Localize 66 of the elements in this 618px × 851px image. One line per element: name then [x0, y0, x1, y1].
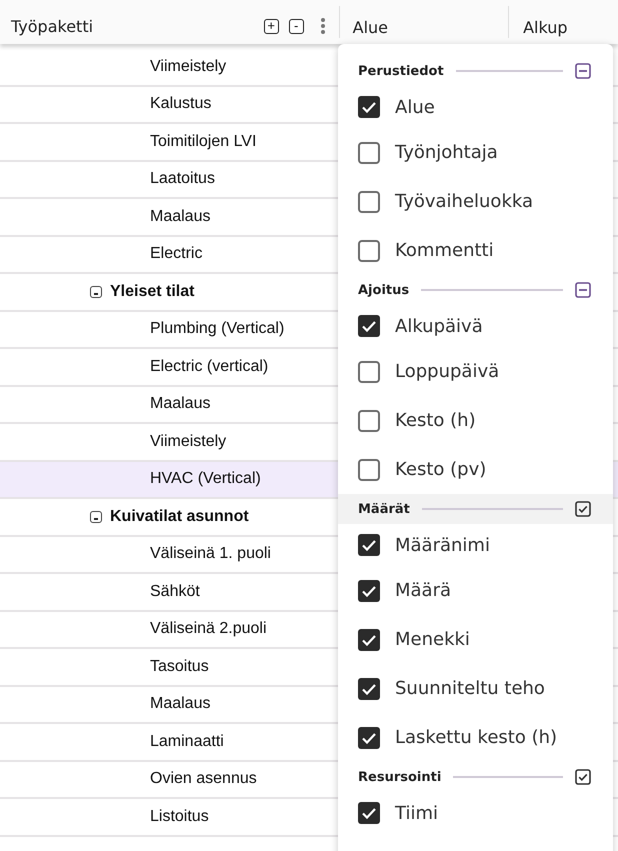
checkbox[interactable] — [358, 96, 380, 118]
checkbox[interactable] — [358, 142, 380, 164]
checkbox[interactable] — [358, 580, 380, 602]
column-option[interactable]: Alue — [395, 96, 435, 118]
partial-select-checkbox[interactable] — [575, 63, 591, 79]
checkbox[interactable] — [358, 534, 380, 556]
task-name: Maalaus — [150, 395, 210, 414]
checkbox[interactable] — [358, 315, 380, 337]
task-name: Toimitilojen LVI — [150, 132, 256, 151]
task-name: Kalustus — [150, 95, 212, 114]
section-title: Ajoitus — [358, 282, 410, 298]
column-option[interactable]: Kommentti — [395, 240, 494, 261]
task-name: Väliseinä 2.puoli — [150, 620, 267, 638]
partial-select-checkbox[interactable] — [575, 282, 591, 298]
more-options-icon[interactable] — [320, 18, 325, 34]
section-header[interactable]: Resursointi — [338, 762, 613, 792]
column-option[interactable]: Työnjohtaja — [395, 142, 498, 163]
collapse-toggle[interactable] — [90, 510, 102, 523]
checkbox[interactable] — [358, 360, 380, 382]
column-option[interactable]: Kesto (pv) — [395, 459, 486, 480]
checkbox[interactable] — [358, 240, 380, 262]
task-name: Ovien asennus — [150, 770, 257, 788]
column-option[interactable]: Alkupäivä — [395, 316, 483, 336]
checkbox[interactable] — [358, 802, 380, 824]
task-name: Electric — [150, 245, 202, 264]
task-name: Electric (vertical) — [150, 358, 268, 376]
task-name: Listoitus — [150, 808, 209, 826]
column-header[interactable]: Työpaketti — [11, 16, 94, 36]
column-option[interactable]: Määrä — [395, 580, 452, 601]
checkbox[interactable] — [358, 410, 380, 432]
task-name: Maalaus — [150, 208, 210, 226]
collapse-all-button[interactable]: - — [288, 18, 304, 34]
select-all-checkbox[interactable] — [575, 769, 591, 785]
select-all-checkbox[interactable] — [575, 501, 591, 517]
task-name: Väliseinä 1. puoli — [150, 545, 271, 564]
group-name: Yleiset tilat — [110, 282, 194, 301]
column-option[interactable]: Laskettu kesto (h) — [395, 727, 558, 748]
checkbox[interactable] — [358, 678, 380, 700]
column-option[interactable]: Määränimi — [395, 534, 490, 556]
task-name: Maalaus — [150, 695, 210, 714]
section-header[interactable]: Määrät — [338, 494, 613, 524]
checkbox[interactable] — [358, 190, 380, 212]
column-option[interactable]: Menekki — [395, 629, 470, 650]
task-name: Sähköt — [150, 582, 200, 601]
task-name: HVAC (Vertical) — [150, 470, 261, 488]
checkbox[interactable] — [358, 628, 380, 650]
section-header[interactable]: Ajoitus — [338, 275, 613, 305]
column-option[interactable]: Loppupäivä — [395, 361, 500, 382]
column-option[interactable]: Tiimi — [395, 802, 438, 824]
section-title: Määrät — [358, 502, 410, 516]
task-name: Laminaatti — [150, 732, 224, 751]
collapse-toggle[interactable] — [90, 286, 102, 298]
group-name: Kuivatilat asunnot — [110, 508, 249, 526]
section-title: Resursointi — [358, 770, 442, 784]
task-name: Plumbing (Vertical) — [150, 320, 284, 338]
column-header[interactable]: Alue — [352, 18, 388, 36]
task-name: Viimeistely — [150, 58, 226, 76]
section-title: Perustiedot — [358, 64, 444, 78]
task-name: Viimeistely — [150, 432, 226, 451]
section-header[interactable]: Perustiedot — [338, 56, 613, 86]
column-header[interactable]: Alkup — [523, 18, 568, 36]
expand-all-button[interactable]: + — [264, 18, 279, 34]
checkbox[interactable] — [358, 458, 380, 480]
task-name: Laatoitus — [150, 170, 215, 188]
checkbox[interactable] — [358, 726, 380, 748]
task-name: Tasoitus — [150, 658, 209, 676]
